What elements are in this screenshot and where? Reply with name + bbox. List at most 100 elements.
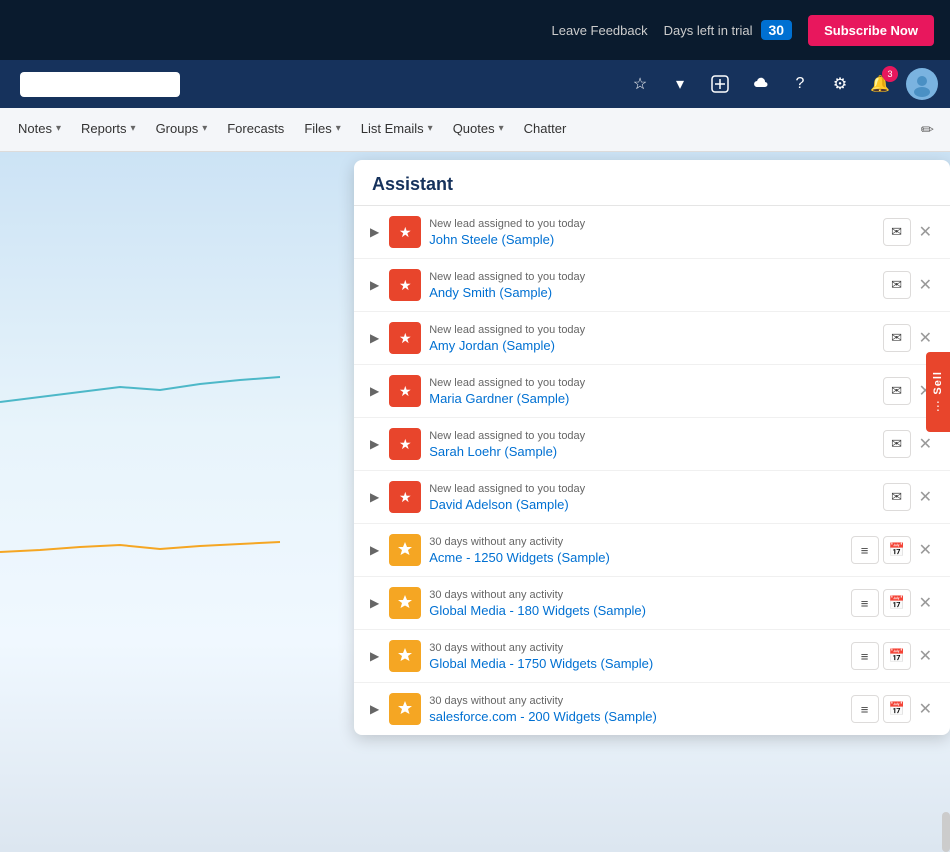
email-button[interactable]: ✉ (883, 430, 911, 458)
close-button[interactable]: ✕ (915, 538, 936, 562)
item-content: New lead assigned to you today Maria Gar… (429, 377, 874, 406)
item-subtitle: New lead assigned to you today (429, 483, 874, 495)
expand-button[interactable]: ▶ (368, 647, 381, 665)
expand-button[interactable]: ▶ (368, 488, 381, 506)
item-content: 30 days without any activity Acme - 1250… (429, 536, 842, 565)
task-button[interactable]: ≡ (851, 589, 879, 617)
days-left-label: Days left in trial (664, 23, 753, 38)
chevron-down-icon[interactable]: ▾ (666, 70, 694, 98)
expand-button[interactable]: ▶ (368, 594, 381, 612)
item-title[interactable]: Maria Gardner (Sample) (429, 391, 874, 406)
close-button[interactable]: ✕ (915, 220, 936, 244)
list-item: ▶ ★ New lead assigned to you today John … (354, 206, 950, 259)
nav-item-groups[interactable]: Groups ▾ (146, 108, 218, 151)
nav-list-emails-chevron: ▾ (428, 123, 433, 134)
notifications-icon[interactable]: 🔔 3 (866, 70, 894, 98)
expand-button[interactable]: ▶ (368, 329, 381, 347)
nav-edit-icon[interactable]: ✏ (913, 108, 942, 151)
nav-item-list-emails[interactable]: List Emails ▾ (351, 108, 443, 151)
expand-button[interactable]: ▶ (368, 276, 381, 294)
calendar-button[interactable]: 📅 (883, 642, 911, 670)
icon-bar-left (12, 72, 614, 97)
expand-button[interactable]: ▶ (368, 435, 381, 453)
item-content: 30 days without any activity salesforce.… (429, 695, 842, 724)
email-button[interactable]: ✉ (883, 324, 911, 352)
sell-label: Sell (932, 371, 944, 395)
expand-button[interactable]: ▶ (368, 223, 381, 241)
avatar[interactable] (906, 68, 938, 100)
subscribe-button[interactable]: Subscribe Now (808, 15, 934, 46)
nav-groups-chevron: ▾ (202, 123, 207, 134)
close-button[interactable]: ✕ (915, 273, 936, 297)
email-button[interactable]: ✉ (883, 271, 911, 299)
main-content: ↻ Assistant ▶ ★ New lead assigned to you… (0, 152, 950, 852)
star-icon[interactable]: ☆ (626, 70, 654, 98)
expand-button[interactable]: ▶ (368, 541, 381, 559)
item-title[interactable]: Sarah Loehr (Sample) (429, 444, 874, 459)
task-button[interactable]: ≡ (851, 695, 879, 723)
item-title[interactable]: David Adelson (Sample) (429, 497, 874, 512)
add-icon[interactable] (706, 70, 734, 98)
close-button[interactable]: ✕ (915, 432, 936, 456)
calendar-button[interactable]: 📅 (883, 536, 911, 564)
nav-bar: Notes ▾ Reports ▾ Groups ▾ Forecasts Fil… (0, 108, 950, 152)
item-subtitle: New lead assigned to you today (429, 218, 874, 230)
nav-forecasts-label: Forecasts (227, 121, 284, 136)
icon-bar: ☆ ▾ ? ⚙ 🔔 3 (0, 60, 950, 108)
search-input[interactable] (20, 72, 180, 97)
help-icon[interactable]: ? (786, 70, 814, 98)
email-button[interactable]: ✉ (883, 483, 911, 511)
item-title[interactable]: Global Media - 1750 Widgets (Sample) (429, 656, 842, 671)
close-button[interactable]: ✕ (915, 591, 936, 615)
nav-item-chatter[interactable]: Chatter (514, 108, 577, 151)
calendar-button[interactable]: 📅 (883, 589, 911, 617)
item-content: New lead assigned to you today John Stee… (429, 218, 874, 247)
opportunity-icon (389, 587, 421, 619)
task-button[interactable]: ≡ (851, 536, 879, 564)
item-content: 30 days without any activity Global Medi… (429, 642, 842, 671)
calendar-button[interactable]: 📅 (883, 695, 911, 723)
item-subtitle: 30 days without any activity (429, 695, 842, 707)
item-title[interactable]: John Steele (Sample) (429, 232, 874, 247)
item-content: New lead assigned to you today Sarah Loe… (429, 430, 874, 459)
email-button[interactable]: ✉ (883, 377, 911, 405)
nav-item-reports[interactable]: Reports ▾ (71, 108, 146, 151)
opportunity-icon (389, 640, 421, 672)
nav-reports-label: Reports (81, 121, 127, 136)
item-title[interactable]: Acme - 1250 Widgets (Sample) (429, 550, 842, 565)
nav-files-chevron: ▾ (336, 123, 341, 134)
item-subtitle: New lead assigned to you today (429, 324, 874, 336)
lead-icon: ★ (389, 375, 421, 407)
assistant-list: ▶ ★ New lead assigned to you today John … (354, 206, 950, 735)
item-title[interactable]: salesforce.com - 200 Widgets (Sample) (429, 709, 842, 724)
nav-item-files[interactable]: Files ▾ (294, 108, 350, 151)
expand-button[interactable]: ▶ (368, 700, 381, 718)
item-actions: ✉ ✕ (883, 271, 936, 299)
notification-badge: 3 (882, 66, 898, 82)
sell-side-button[interactable]: Sell ⋮ (926, 352, 950, 432)
item-actions: ✉ ✕ (883, 483, 936, 511)
lead-icon: ★ (389, 269, 421, 301)
item-content: New lead assigned to you today David Ade… (429, 483, 874, 512)
cloud-icon[interactable] (746, 70, 774, 98)
close-button[interactable]: ✕ (915, 697, 936, 721)
close-button[interactable]: ✕ (915, 644, 936, 668)
email-button[interactable]: ✉ (883, 218, 911, 246)
list-item: ▶ ★ New lead assigned to you today Andy … (354, 259, 950, 312)
item-title[interactable]: Amy Jordan (Sample) (429, 338, 874, 353)
expand-button[interactable]: ▶ (368, 382, 381, 400)
nav-item-quotes[interactable]: Quotes ▾ (443, 108, 514, 151)
close-button[interactable]: ✕ (915, 485, 936, 509)
item-title[interactable]: Andy Smith (Sample) (429, 285, 874, 300)
item-actions: ✉ ✕ (883, 324, 936, 352)
sell-dots-icon: ⋮ (932, 399, 944, 413)
item-title[interactable]: Global Media - 180 Widgets (Sample) (429, 603, 842, 618)
chart-svg (0, 202, 300, 702)
close-button[interactable]: ✕ (915, 326, 936, 350)
nav-item-notes[interactable]: Notes ▾ (8, 108, 71, 151)
task-button[interactable]: ≡ (851, 642, 879, 670)
nav-item-forecasts[interactable]: Forecasts (217, 108, 294, 151)
leave-feedback-link[interactable]: Leave Feedback (552, 23, 648, 38)
item-actions: ✉ ✕ (883, 430, 936, 458)
settings-icon[interactable]: ⚙ (826, 70, 854, 98)
